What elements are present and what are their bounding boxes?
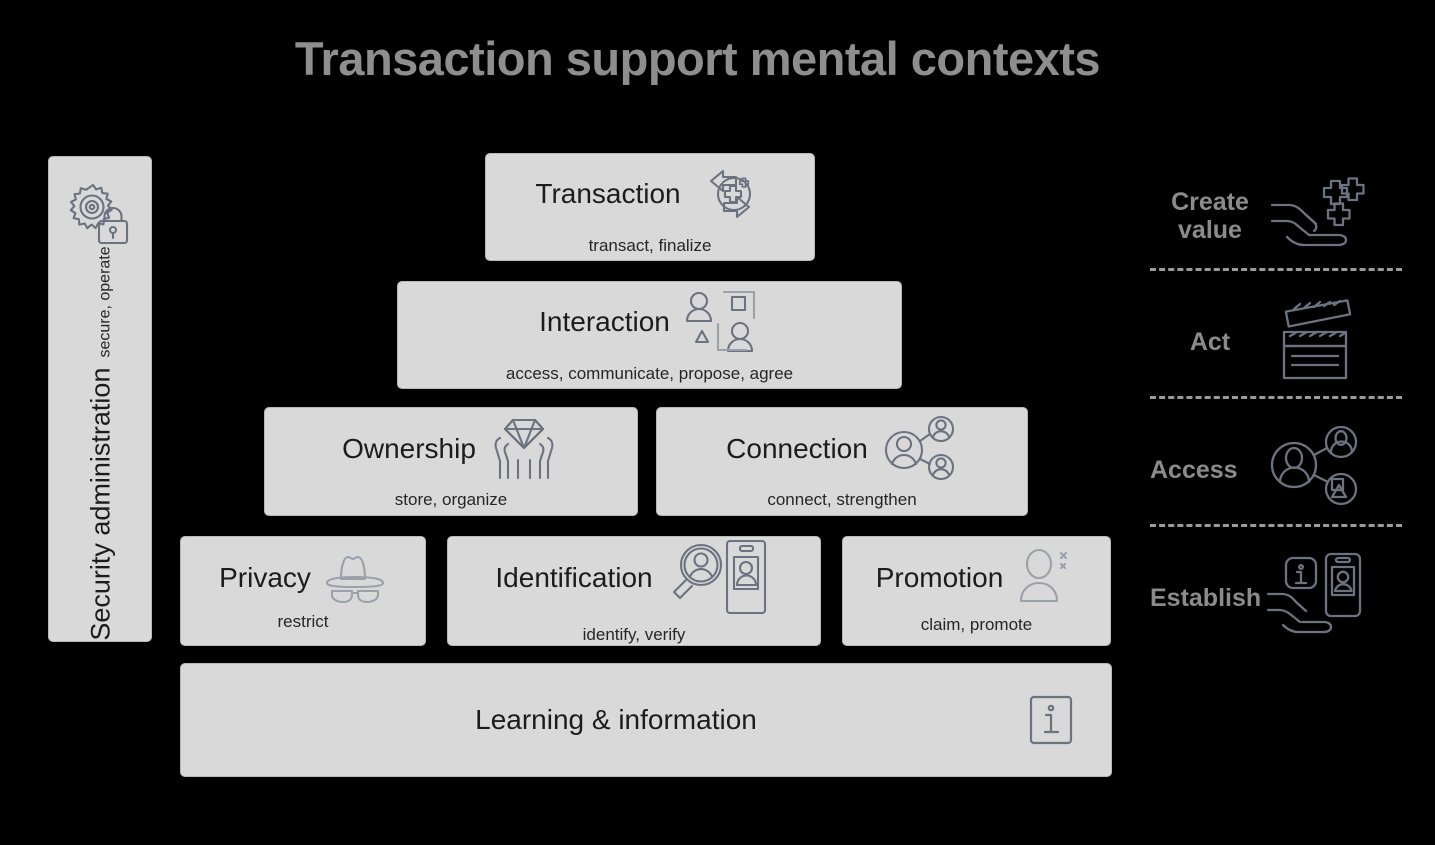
legend-label-create-value-line1: Create (1171, 188, 1249, 216)
promotion-card[interactable]: Promotion claim, promote (842, 536, 1111, 646)
privacy-card[interactable]: Privacy restrict (180, 536, 426, 646)
info-square-icon (1028, 694, 1074, 746)
hand-info-badge-icon (1266, 552, 1374, 642)
transaction-arrows-plus-icon (693, 158, 765, 230)
security-administration-subtitle: secure, operate (96, 245, 114, 358)
ownership-subtitle: store, organize (394, 489, 508, 509)
connection-card[interactable]: Connection connect, strengthen (656, 407, 1028, 516)
diagram-canvas: Transaction support mental contexts Secu… (0, 0, 1435, 845)
magnifier-person-id-badge-icon (665, 537, 773, 619)
legend-divider-1 (1150, 268, 1402, 271)
legend-label-access: Access (1150, 456, 1238, 484)
ownership-title: Ownership (342, 432, 476, 464)
person-network-icon (880, 414, 958, 484)
privacy-title: Privacy (219, 562, 311, 594)
security-administration-text: Security administration secure, operate (49, 246, 153, 640)
legend-item-access[interactable]: Access (1150, 424, 1402, 516)
person-sparkle-icon (1015, 547, 1077, 609)
legend-item-create-value[interactable]: Create value (1150, 170, 1402, 262)
ownership-card[interactable]: Ownership store, organize (264, 407, 638, 516)
connection-title: Connection (726, 432, 868, 464)
legend-label-act: Act (1189, 328, 1231, 356)
hand-plus-signs-icon (1270, 177, 1366, 255)
person-network-shapes-icon (1268, 425, 1366, 513)
identification-title: Identification (495, 562, 653, 594)
privacy-subtitle: restrict (277, 612, 329, 631)
page-title: Transaction support mental contexts (294, 32, 1101, 85)
diamond-in-hands-icon (488, 414, 560, 484)
security-administration-title: Security administration (85, 367, 116, 641)
two-persons-shapes-icon (682, 286, 760, 358)
transaction-title: Transaction (535, 178, 681, 210)
legend-label-create-value-line2: value (1178, 216, 1242, 244)
legend-item-act[interactable]: Act (1150, 296, 1402, 388)
interaction-title: Interaction (539, 306, 670, 338)
promotion-subtitle: claim, promote (920, 615, 1033, 634)
learning-information-title: Learning & information (475, 704, 757, 736)
gear-lock-icon (63, 179, 137, 253)
identification-card[interactable]: Identification identify, verify (447, 536, 821, 646)
legend-divider-2 (1150, 396, 1402, 399)
promotion-title: Promotion (875, 562, 1004, 594)
security-administration-card[interactable]: Security administration secure, operate (48, 156, 152, 642)
legend-divider-3 (1150, 524, 1402, 527)
transaction-subtitle: transact, finalize (588, 236, 712, 255)
legend-item-establish[interactable]: Establish (1150, 552, 1402, 644)
incognito-hat-glasses-icon (323, 550, 387, 606)
legend-label-create-value: Create value (1150, 188, 1270, 244)
connection-subtitle: connect, strengthen (767, 489, 917, 509)
interaction-subtitle: access, communicate, propose, agree (505, 364, 794, 383)
learning-information-card[interactable]: Learning & information (180, 663, 1112, 777)
clapperboard-icon (1270, 299, 1366, 382)
interaction-card[interactable]: Interaction access, communicate, propose… (397, 281, 902, 389)
identification-subtitle: identify, verify (582, 625, 686, 644)
legend-label-establish: Establish (1150, 584, 1262, 612)
transaction-card[interactable]: Transaction transact, finalize (485, 153, 815, 261)
